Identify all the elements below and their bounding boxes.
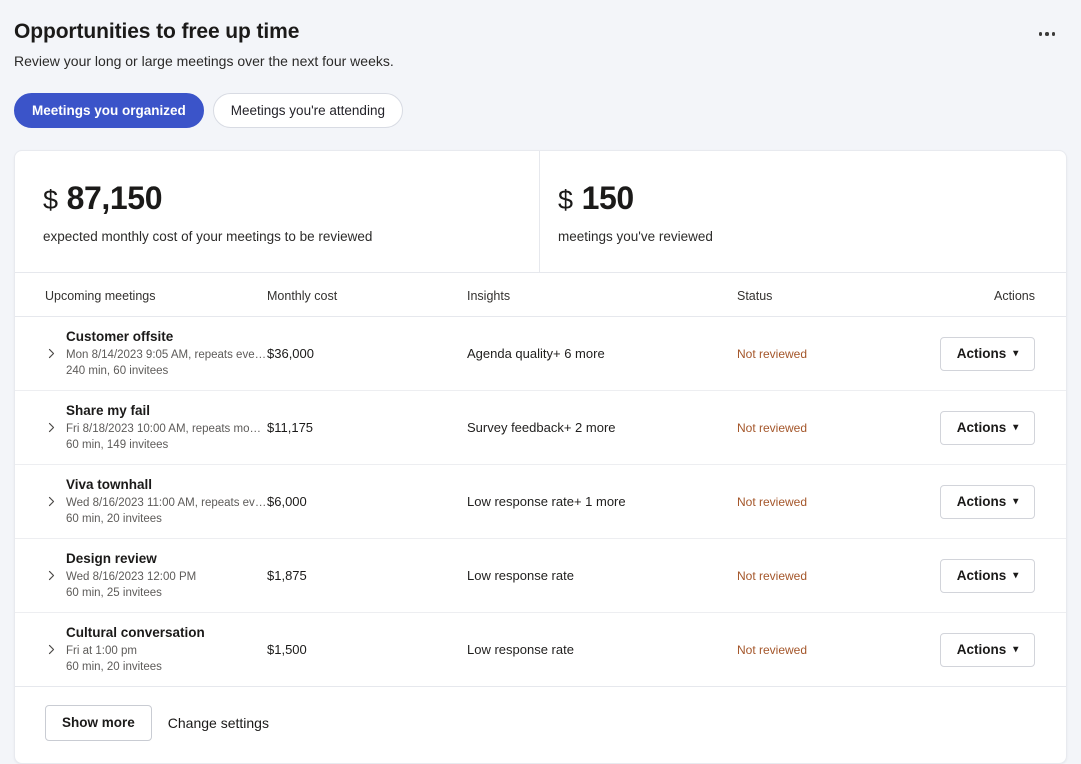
monthly-cost-value: $1,875	[267, 568, 307, 583]
monthly-cost-value: $11,175	[267, 420, 313, 435]
summary-amount: $ 150	[558, 179, 1066, 219]
column-header-upcoming-meetings: Upcoming meetings	[15, 273, 267, 317]
chevron-down-icon: ▾	[1013, 645, 1018, 655]
page-header: Opportunities to free up time Review you…	[0, 0, 1081, 71]
currency-symbol: $	[558, 181, 573, 219]
insight-label: Survey feedback	[467, 420, 564, 435]
chevron-down-icon: ▾	[1013, 423, 1018, 433]
meeting-title: Share my fail	[66, 402, 267, 420]
insight-label: Low response rate	[467, 494, 574, 509]
meeting-title: Viva townhall	[66, 476, 267, 494]
chevron-right-icon[interactable]	[45, 421, 58, 434]
actions-button-label: Actions	[957, 345, 1007, 363]
status-badge: Not reviewed	[737, 347, 807, 361]
meeting-cell: Customer offsite Mon 8/14/2023 9:05 AM, …	[15, 317, 267, 391]
meeting-schedule: Fri at 1:00 pm	[66, 643, 205, 659]
table-row[interactable]: Design review Wed 8/16/2023 12:00 PM 60 …	[15, 539, 1067, 613]
chevron-down-icon: ▾	[1013, 497, 1018, 507]
meeting-duration-invitees: 60 min, 149 invitees	[66, 437, 267, 453]
show-more-button[interactable]: Show more	[45, 705, 152, 741]
column-header-monthly-cost: Monthly cost	[267, 273, 467, 317]
meeting-schedule: Mon 8/14/2023 9:05 AM, repeats every…	[66, 347, 267, 363]
chevron-right-icon[interactable]	[45, 569, 58, 582]
table-header: Upcoming meetings Monthly cost Insights …	[15, 273, 1067, 317]
table-body: Customer offsite Mon 8/14/2023 9:05 AM, …	[15, 317, 1067, 687]
meeting-duration-invitees: 60 min, 20 invitees	[66, 511, 267, 527]
column-header-actions: Actions	[937, 273, 1067, 317]
actions-button[interactable]: Actions ▾	[940, 633, 1035, 667]
actions-button[interactable]: Actions ▾	[940, 559, 1035, 593]
page-title: Opportunities to free up time	[14, 18, 1067, 46]
chevron-down-icon: ▾	[1013, 571, 1018, 581]
monthly-cost-value: $6,000	[267, 494, 307, 509]
change-settings-button[interactable]: Change settings	[168, 715, 269, 731]
table-row[interactable]: Share my fail Fri 8/18/2023 10:00 AM, re…	[15, 391, 1067, 465]
actions-button-label: Actions	[957, 641, 1007, 659]
summary-value: 150	[582, 179, 634, 217]
meeting-schedule: Wed 8/16/2023 12:00 PM	[66, 569, 196, 585]
status-badge: Not reviewed	[737, 495, 807, 509]
chevron-down-icon: ▾	[1013, 349, 1018, 359]
monthly-cost-value: $1,500	[267, 642, 307, 657]
meeting-cell: Cultural conversation Fri at 1:00 pm 60 …	[15, 613, 267, 687]
summary-caption: meetings you've reviewed	[558, 228, 1066, 246]
meeting-cell: Design review Wed 8/16/2023 12:00 PM 60 …	[15, 539, 267, 613]
insight-label: Agenda quality	[467, 346, 553, 361]
actions-button-label: Actions	[957, 567, 1007, 585]
opportunities-card: $ 87,150 expected monthly cost of your m…	[14, 150, 1067, 764]
summary-caption: expected monthly cost of your meetings t…	[43, 228, 539, 246]
chevron-right-icon[interactable]	[45, 495, 58, 508]
meeting-duration-invitees: 60 min, 20 invitees	[66, 659, 205, 675]
table-header-row: Upcoming meetings Monthly cost Insights …	[15, 273, 1067, 317]
summary-card-expected-cost: $ 87,150 expected monthly cost of your m…	[15, 151, 540, 272]
column-header-insights: Insights	[467, 273, 737, 317]
table-row[interactable]: Customer offsite Mon 8/14/2023 9:05 AM, …	[15, 317, 1067, 391]
status-badge: Not reviewed	[737, 421, 807, 435]
status-badge: Not reviewed	[737, 569, 807, 583]
insight-label: Low response rate	[467, 642, 574, 657]
tab-meetings-you-organized[interactable]: Meetings you organized	[14, 93, 204, 128]
meeting-cell: Share my fail Fri 8/18/2023 10:00 AM, re…	[15, 391, 267, 465]
status-badge: Not reviewed	[737, 643, 807, 657]
actions-button[interactable]: Actions ▾	[940, 337, 1035, 371]
summary-strip: $ 87,150 expected monthly cost of your m…	[15, 151, 1066, 273]
insight-label: Low response rate	[467, 568, 574, 583]
ellipsis-dot	[1039, 32, 1043, 36]
summary-value: 87,150	[67, 179, 162, 217]
insight-more-link[interactable]: + 2 more	[564, 420, 616, 435]
actions-button-label: Actions	[957, 493, 1007, 511]
summary-amount: $ 87,150	[43, 179, 539, 219]
meeting-title: Customer offsite	[66, 328, 267, 346]
meeting-schedule: Wed 8/16/2023 11:00 AM, repeats every..	[66, 495, 267, 511]
meeting-cell: Viva townhall Wed 8/16/2023 11:00 AM, re…	[15, 465, 267, 539]
tab-meetings-youre-attending[interactable]: Meetings you're attending	[213, 93, 403, 128]
summary-card-meetings-reviewed: $ 150 meetings you've reviewed	[540, 151, 1066, 272]
more-options-icon[interactable]	[1033, 20, 1061, 48]
column-header-status: Status	[737, 273, 937, 317]
actions-button[interactable]: Actions ▾	[940, 411, 1035, 445]
meeting-duration-invitees: 60 min, 25 invitees	[66, 585, 196, 601]
meeting-schedule: Fri 8/18/2023 10:00 AM, repeats monthly	[66, 421, 267, 437]
currency-symbol: $	[43, 181, 58, 219]
meeting-title: Cultural conversation	[66, 624, 205, 642]
insight-more-link[interactable]: + 1 more	[574, 494, 626, 509]
table-row[interactable]: Cultural conversation Fri at 1:00 pm 60 …	[15, 613, 1067, 687]
ellipsis-dot	[1045, 32, 1049, 36]
meetings-table: Upcoming meetings Monthly cost Insights …	[15, 273, 1067, 687]
meeting-scope-tabs: Meetings you organized Meetings you're a…	[0, 71, 1081, 128]
table-row[interactable]: Viva townhall Wed 8/16/2023 11:00 AM, re…	[15, 465, 1067, 539]
monthly-cost-value: $36,000	[267, 346, 314, 361]
actions-button-label: Actions	[957, 419, 1007, 437]
ellipsis-dot	[1052, 32, 1056, 36]
chevron-right-icon[interactable]	[45, 643, 58, 656]
page-subtitle: Review your long or large meetings over …	[14, 52, 1067, 71]
actions-button[interactable]: Actions ▾	[940, 485, 1035, 519]
meeting-title: Design review	[66, 550, 196, 568]
chevron-right-icon[interactable]	[45, 347, 58, 360]
insight-more-link[interactable]: + 6 more	[553, 346, 605, 361]
meeting-duration-invitees: 240 min, 60 invitees	[66, 363, 267, 379]
card-footer: Show more Change settings	[15, 687, 1066, 763]
